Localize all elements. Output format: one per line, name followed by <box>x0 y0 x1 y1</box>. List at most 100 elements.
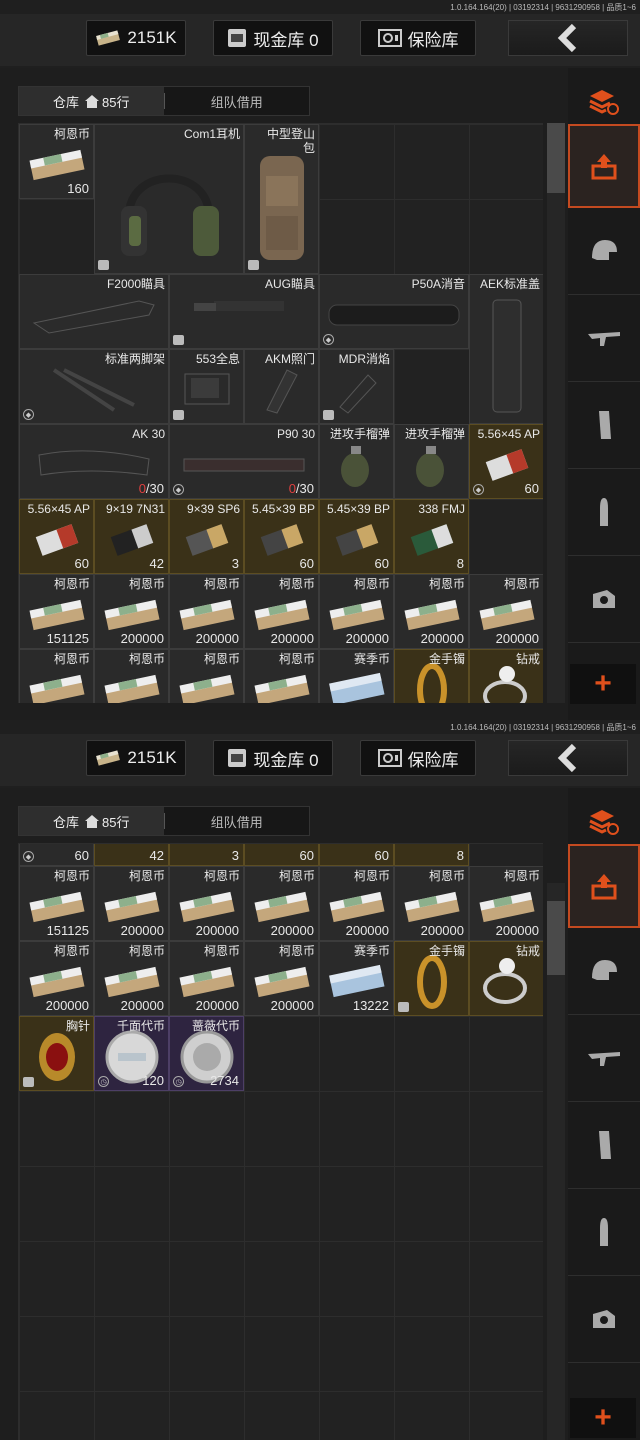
item-ammo-545[interactable]: 60 <box>244 844 319 866</box>
tab-team-borrow[interactable]: 组队借用 <box>165 807 310 835</box>
safe-label: 保险库 <box>407 750 459 770</box>
scroll-thumb[interactable] <box>547 901 565 975</box>
item-name: 5.45×39 BP <box>326 502 390 516</box>
category-magazine[interactable] <box>568 1102 640 1189</box>
tab-warehouse[interactable]: 仓库 85行 <box>19 87 164 115</box>
item-koen-coin[interactable]: 柯恩币 200000 <box>94 866 169 941</box>
category-helmet[interactable] <box>568 928 640 1015</box>
item-koen-coin[interactable]: 柯恩币 151125 <box>19 574 94 649</box>
grid-scrollbar[interactable] <box>547 883 565 1440</box>
item-gold-bracelet[interactable]: 金手镯 <box>394 649 469 703</box>
item-ammo-545[interactable]: 5.45×39 BP 60 <box>319 499 394 574</box>
item-koen-coin[interactable]: 柯恩币 200000 <box>244 574 319 649</box>
item-ammo-939[interactable]: 9×39 SP6 3 <box>169 499 244 574</box>
item-name: 柯恩币 <box>53 869 90 883</box>
item-akm-rear-sight[interactable]: AKM照门 <box>244 349 319 424</box>
back-button[interactable] <box>508 740 628 776</box>
money-display[interactable]: 2151K <box>86 740 186 776</box>
safe-button[interactable]: 保险库 <box>360 20 476 56</box>
item-koen-coin[interactable]: 柯恩币 151125 <box>19 866 94 941</box>
item-koen-coin[interactable]: 柯恩币 <box>19 649 94 703</box>
item-grenade[interactable]: 进攻手榴弹 <box>319 424 394 499</box>
category-attachment[interactable] <box>568 556 640 643</box>
item-koen-coin[interactable]: 柯恩币 200000 <box>394 866 469 941</box>
item-ak-magazine[interactable]: AK 30 0/30 <box>19 424 169 499</box>
item-ammo-556-ap[interactable]: 5.56×45 AP 60 ◆ <box>469 424 543 499</box>
item-mask-token[interactable]: 千面代币 120 ◷ <box>94 1016 169 1091</box>
item-ammo-939[interactable]: 3 <box>169 844 244 866</box>
category-all[interactable] <box>568 844 640 928</box>
item-koen-coin[interactable]: 柯恩币 200000 <box>469 866 543 941</box>
sort-button[interactable] <box>568 80 640 124</box>
item-bipod[interactable]: 标准两脚架 ◆ <box>19 349 169 424</box>
item-koen-coin[interactable]: 柯恩币 200000 <box>19 941 94 1016</box>
item-diamond-ring[interactable]: 钻戒 <box>469 941 543 1016</box>
rifle-icon <box>588 1052 620 1066</box>
category-attachment[interactable] <box>568 1276 640 1363</box>
item-koen-coin[interactable]: 柯恩币 200000 <box>169 866 244 941</box>
item-koen-coin[interactable]: 柯恩币 200000 <box>94 941 169 1016</box>
item-ammo-545[interactable]: 60 <box>319 844 394 866</box>
category-helmet[interactable] <box>568 208 640 295</box>
item-ammo-338[interactable]: 8 <box>394 844 469 866</box>
item-koen-coin[interactable]: 柯恩币 200000 <box>319 574 394 649</box>
item-koen-coin[interactable]: 柯恩币 <box>244 649 319 703</box>
category-weapon[interactable] <box>568 1015 640 1102</box>
item-mdr-flash-hider[interactable]: MDR消焰 <box>319 349 394 424</box>
item-koen-coin[interactable]: 柯恩币 200000 <box>469 574 543 649</box>
item-season-coin[interactable]: 赛季币 13222 <box>319 941 394 1016</box>
item-p90-magazine[interactable]: P90 30 0/30 ◆ <box>169 424 319 499</box>
back-button[interactable] <box>508 20 628 56</box>
item-name: 5.45×39 BP <box>251 502 315 516</box>
money-display[interactable]: 2151K <box>86 20 186 56</box>
safe-button[interactable]: 保险库 <box>360 740 476 776</box>
category-all[interactable] <box>568 124 640 208</box>
scroll-thumb[interactable] <box>547 123 565 193</box>
item-koen-coin[interactable]: 柯恩币 200000 <box>169 941 244 1016</box>
item-ammo-338[interactable]: 338 FMJ 8 <box>394 499 469 574</box>
item-season-coin[interactable]: 赛季币 <box>319 649 394 703</box>
sort-button[interactable] <box>568 800 640 844</box>
item-rose-token[interactable]: 蔷薇代币 2734 ◷ <box>169 1016 244 1091</box>
tab-warehouse[interactable]: 仓库 85行 <box>19 807 164 835</box>
item-553-holo[interactable]: 553全息 <box>169 349 244 424</box>
item-koen-coin[interactable]: 柯恩币 200000 <box>394 574 469 649</box>
item-koen-coin[interactable]: 柯恩币 <box>169 649 244 703</box>
item-brooch[interactable]: 胸针 <box>19 1016 94 1091</box>
grid-scrollbar[interactable] <box>547 123 565 703</box>
category-magazine[interactable] <box>568 382 640 469</box>
category-ammo[interactable] <box>568 1189 640 1276</box>
item-count: 60 <box>374 848 389 863</box>
item-diamond-ring[interactable]: 钻戒 <box>469 649 543 703</box>
item-koen-coin[interactable]: 柯恩币 <box>94 649 169 703</box>
item-ammo-556-ap[interactable]: 5.56×45 AP 60 <box>19 499 94 574</box>
cash-vault-button[interactable]: 现金库 0 <box>213 20 333 56</box>
item-ammo-919[interactable]: 42 <box>94 844 169 866</box>
item-ammo-919[interactable]: 9×19 7N31 42 <box>94 499 169 574</box>
tab-team-borrow[interactable]: 组队借用 <box>165 87 310 115</box>
item-ammo-556-ap[interactable]: 60 ◆ <box>19 844 94 866</box>
item-koen-coin[interactable]: 柯恩币 200000 <box>244 866 319 941</box>
add-button[interactable]: + <box>570 1398 636 1438</box>
cash-vault-button[interactable]: 现金库 0 <box>213 740 333 776</box>
category-weapon[interactable] <box>568 295 640 382</box>
item-p50a-suppressor[interactable]: P50A消音 ◆ <box>319 274 469 349</box>
item-koen-coin[interactable]: 柯恩币 200000 <box>244 941 319 1016</box>
item-koen-coin[interactable]: 柯恩币 160 <box>19 124 94 199</box>
item-aug-scope[interactable]: AUG瞄具 <box>169 274 319 349</box>
cash-stack-icon <box>103 599 160 631</box>
item-backpack[interactable]: 中型登山包 <box>244 124 319 274</box>
item-koen-coin[interactable]: 柯恩币 200000 <box>319 866 394 941</box>
item-grenade[interactable]: 进攻手榴弹 <box>394 424 469 499</box>
item-f2000-scope[interactable]: F2000瞄具 <box>19 274 169 349</box>
item-gold-bracelet[interactable]: 金手镯 <box>394 941 469 1016</box>
category-ammo[interactable] <box>568 469 640 556</box>
cash-stack-icon <box>28 674 85 703</box>
item-headset[interactable]: Com1耳机 <box>94 124 244 274</box>
add-button[interactable]: + <box>570 664 636 704</box>
item-koen-coin[interactable]: 柯恩币 200000 <box>169 574 244 649</box>
item-aek-cover[interactable]: AEK标准盖 <box>469 274 543 424</box>
cash-stack-icon <box>103 674 160 703</box>
item-ammo-545[interactable]: 5.45×39 BP 60 <box>244 499 319 574</box>
item-koen-coin[interactable]: 柯恩币 200000 <box>94 574 169 649</box>
